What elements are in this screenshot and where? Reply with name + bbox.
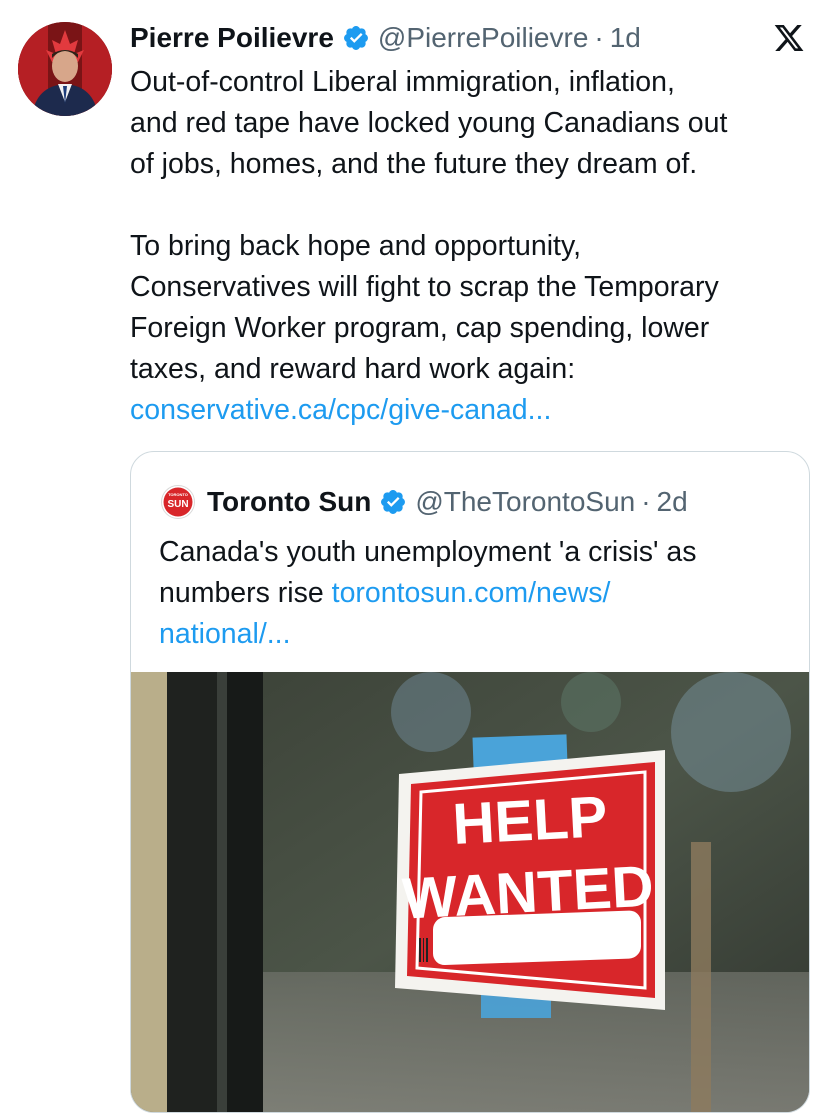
quoted-text-line: Canada's youth unemployment 'a crisis' a… (159, 536, 697, 568)
tweet-text-line: Out-of-control Liberal immigration, infl… (130, 66, 675, 98)
tweet-text-line: taxes, and reward hard work again: (130, 353, 576, 385)
author-name[interactable]: Pierre Poilievre (130, 22, 334, 54)
logo-text: SUN (167, 499, 188, 510)
help-wanted-photo[interactable]: HELP WANTED (131, 672, 809, 1112)
quoted-tweet-card[interactable]: TORONTO SUN Toronto Sun @TheTorontoSun ·… (130, 451, 810, 1113)
sign-text-help: HELP (451, 784, 609, 857)
tweet-text-line: and red tape have locked young Canadians… (130, 107, 728, 139)
timestamp[interactable]: 1d (610, 22, 641, 54)
verified-badge-icon (343, 26, 368, 50)
toronto-sun-logo[interactable]: TORONTO SUN (161, 485, 195, 519)
avatar[interactable] (18, 22, 112, 116)
logo-small-text: TORONTO (168, 492, 188, 497)
separator-dot: · (641, 486, 651, 517)
tweet-link[interactable]: conservative.ca/cpc/give-canad... (130, 394, 551, 426)
quoted-tweet-link-cont[interactable]: national/... (159, 618, 291, 650)
author-handle[interactable]: @PierrePoilievre (378, 22, 589, 54)
quoted-author-name[interactable]: Toronto Sun (207, 486, 371, 518)
quoted-text-line: numbers rise (159, 577, 332, 609)
sign-text-wanted: WANTED (401, 853, 655, 931)
tweet-header: Pierre Poilievre @PierrePoilievre · 1d (130, 16, 810, 60)
quoted-tweet-text: Canada's youth unemployment 'a crisis' a… (159, 532, 779, 655)
tweet-text-line: To bring back hope and opportunity, (130, 230, 582, 262)
x-logo-icon[interactable] (772, 22, 806, 54)
tweet-text-line: Conservatives will fight to scrap the Te… (130, 271, 719, 303)
quoted-timestamp[interactable]: 2d (657, 486, 688, 518)
tweet-text-line: Foreign Worker program, cap spending, lo… (130, 312, 710, 344)
verified-badge-icon (381, 490, 406, 514)
quoted-tweet-header: TORONTO SUN Toronto Sun @TheTorontoSun ·… (161, 482, 688, 522)
avatar-image (18, 22, 112, 116)
separator-dot: · (594, 22, 604, 53)
quoted-tweet-link[interactable]: torontosun.com/news/ (332, 577, 611, 609)
tweet-text: Out-of-control Liberal immigration, infl… (130, 62, 810, 431)
tweet-text-line: of jobs, homes, and the future they drea… (130, 148, 698, 180)
quoted-author-handle[interactable]: @TheTorontoSun (415, 486, 635, 518)
